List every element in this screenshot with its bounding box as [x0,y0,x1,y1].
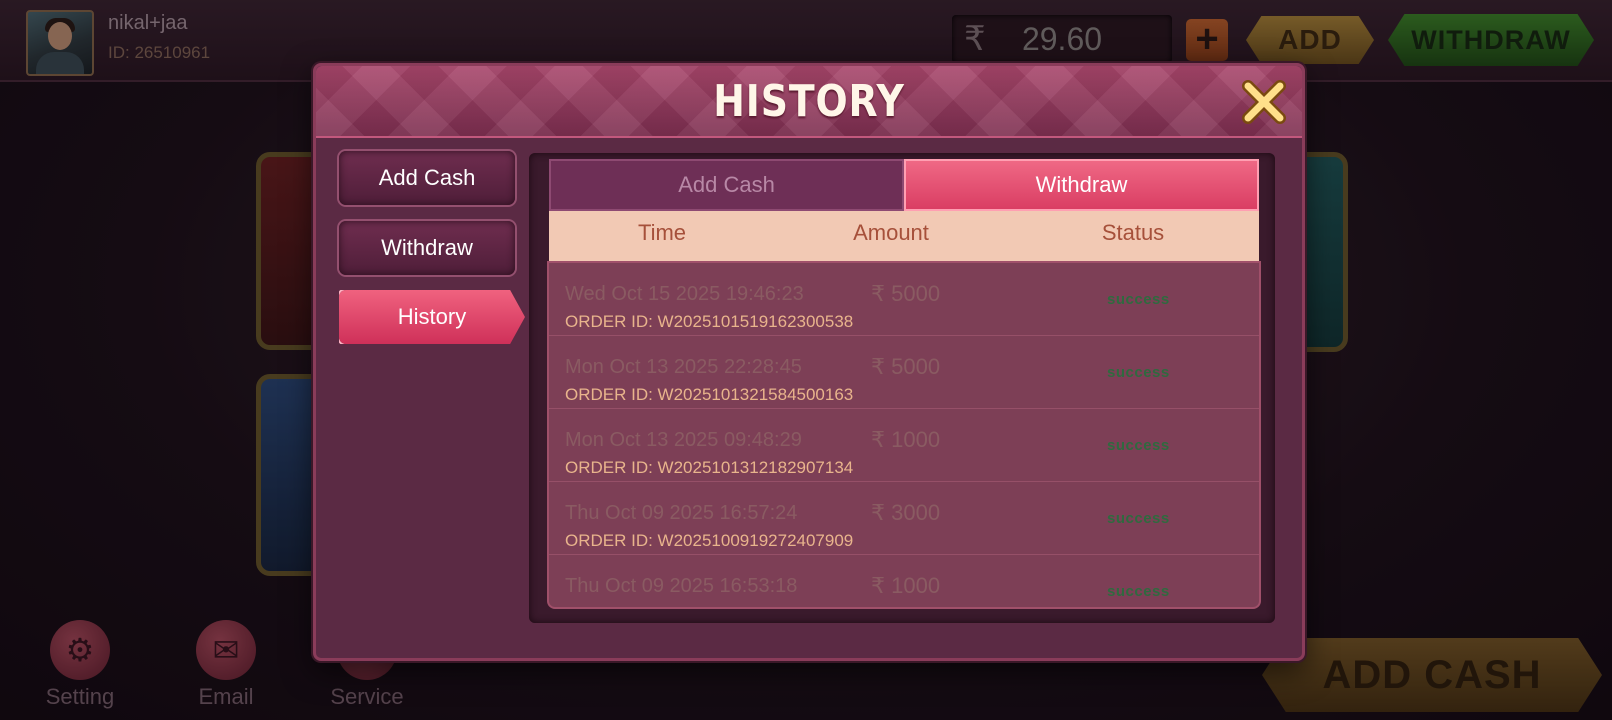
row-time: Thu Oct 09 2025 16:57:24 [565,502,798,524]
row-amount: ₹ 5000 [871,354,941,379]
table-row: Thu Oct 09 2025 16:53:18 ₹ 1000 success [549,555,1259,607]
row-amount: ₹ 3000 [871,500,941,525]
dialog-title: HISTORY [713,76,905,127]
tab-withdraw[interactable]: Withdraw [904,159,1259,211]
column-time: Time [637,220,687,245]
row-time: Mon Oct 13 2025 09:48:29 [565,429,802,451]
history-panel: Add Cash Withdraw Time Amount Status Wed… [529,153,1275,623]
row-order-id: ORDER ID: W2025100919272407909 [565,531,854,550]
row-status: success [1107,364,1170,381]
tab-add-cash[interactable]: Add Cash [549,159,904,211]
table-row: Mon Oct 13 2025 09:48:29 ₹ 1000 success … [549,409,1259,482]
side-tab-history[interactable]: History [339,290,525,344]
history-list[interactable]: Wed Oct 15 2025 19:46:23 ₹ 5000 success … [549,263,1259,607]
table-row: Wed Oct 15 2025 19:46:23 ₹ 5000 success … [549,263,1259,336]
side-tab-add-cash[interactable]: Add Cash [339,151,515,205]
sub-tabs: Add Cash Withdraw [549,159,1259,211]
row-order-id: ORDER ID: W2025101321584500163 [565,385,854,404]
history-dialog: HISTORY Add Cash Withdraw History Add Ca… [313,63,1305,661]
row-status: success [1107,583,1170,600]
table-header: Time Amount Status [549,211,1259,265]
close-button[interactable] [1240,78,1288,126]
side-tab-withdraw[interactable]: Withdraw [339,221,515,275]
row-time: Mon Oct 13 2025 22:28:45 [565,356,802,378]
row-status: success [1107,510,1170,527]
row-amount: ₹ 5000 [871,281,941,306]
row-time: Thu Oct 09 2025 16:53:18 [565,575,798,597]
table-row: Mon Oct 13 2025 22:28:45 ₹ 5000 success … [549,336,1259,409]
row-amount: ₹ 1000 [871,573,941,598]
row-time: Wed Oct 15 2025 19:46:23 [565,283,804,305]
table-row: Thu Oct 09 2025 16:57:24 ₹ 3000 success … [549,482,1259,555]
dialog-header: HISTORY [316,66,1302,138]
row-status: success [1107,437,1170,454]
column-status: Status [1101,220,1165,245]
row-order-id: ORDER ID: W2025101312182907134 [565,458,854,477]
close-icon [1242,80,1286,124]
column-amount: Amount [853,220,929,245]
row-status: success [1107,291,1170,308]
row-amount: ₹ 1000 [871,427,941,452]
row-order-id: ORDER ID: W2025101519162300538 [565,312,854,331]
